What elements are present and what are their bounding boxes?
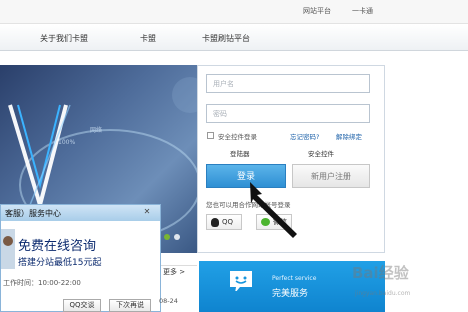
banner-text-percent: 100% xyxy=(58,139,76,146)
qq-chat-button[interactable]: QQ交谈 xyxy=(63,299,101,312)
watermark-url: jingyan.baidu.com xyxy=(355,290,411,297)
remember-checkbox[interactable] xyxy=(207,132,214,139)
banner-dot-active[interactable] xyxy=(164,234,170,240)
service-title: 客服）服务中心 xyxy=(1,205,160,221)
qq-login-button[interactable]: QQ xyxy=(206,214,242,230)
close-icon[interactable]: ✕ xyxy=(141,207,153,217)
wechat-label: 微信 xyxy=(273,218,287,226)
username-input[interactable]: 用户名 xyxy=(206,74,370,93)
qq-icon xyxy=(211,217,219,227)
nav-item-platform[interactable]: 卡盟刷钻平台 xyxy=(202,33,250,44)
unbind-link[interactable]: 解除绑定 xyxy=(336,131,362,141)
wechat-login-button[interactable]: 微信 xyxy=(256,214,292,230)
banner-text-net: 网络 xyxy=(90,127,103,134)
banner-dot[interactable] xyxy=(174,234,180,240)
top-link-platform[interactable]: 网站平台 xyxy=(303,6,331,16)
agent-avatar xyxy=(1,229,15,269)
remember-label: 安全控件登录 xyxy=(218,133,257,141)
main-nav: 关于我们卡盟 卡盟 卡盟刷钻平台 xyxy=(0,25,468,51)
tab-secure[interactable]: 安全控件 xyxy=(308,148,334,158)
login-button[interactable]: 登录 xyxy=(206,164,286,188)
password-input[interactable]: 密码 xyxy=(206,104,370,123)
chat-bubble-icon xyxy=(230,271,252,291)
more-link[interactable]: 更多 > xyxy=(163,267,185,277)
later-button[interactable]: 下次再说 xyxy=(109,299,151,312)
perfect-service-en: Perfect service xyxy=(272,275,317,282)
service-subline: 搭建分站最低15元起 xyxy=(18,258,102,268)
wechat-icon xyxy=(261,218,270,226)
top-bar: 网站平台 一卡通 xyxy=(0,0,468,24)
alt-login-text: 您也可以用合作网站帐号登录 xyxy=(206,201,291,209)
nav-item-about[interactable]: 关于我们卡盟 xyxy=(40,33,88,44)
tab-normal[interactable]: 登陆器 xyxy=(230,148,250,158)
qq-label: QQ xyxy=(222,218,234,226)
top-link-card[interactable]: 一卡通 xyxy=(352,6,373,16)
service-window: 客服）服务中心 ✕ 免费在线咨询 搭建分站最低15元起 工作时间：10:00-2… xyxy=(0,204,161,312)
news-date: 08-24 xyxy=(159,297,178,305)
service-hours: 工作时间：10:00-22:00 xyxy=(3,279,81,287)
service-headline: 免费在线咨询 xyxy=(18,239,97,254)
perfect-service-cn: 完美服务 xyxy=(272,289,309,299)
watermark-logo: Bai经验 xyxy=(352,264,409,282)
register-button[interactable]: 新用户注册 xyxy=(292,164,370,188)
nav-item-kameng[interactable]: 卡盟 xyxy=(140,33,156,44)
login-panel: 用户名 密码 安全控件登录 忘记密码? 解除绑定 登陆器 安全控件 登录 新用户… xyxy=(197,65,385,253)
forgot-password-link[interactable]: 忘记密码? xyxy=(290,131,319,141)
